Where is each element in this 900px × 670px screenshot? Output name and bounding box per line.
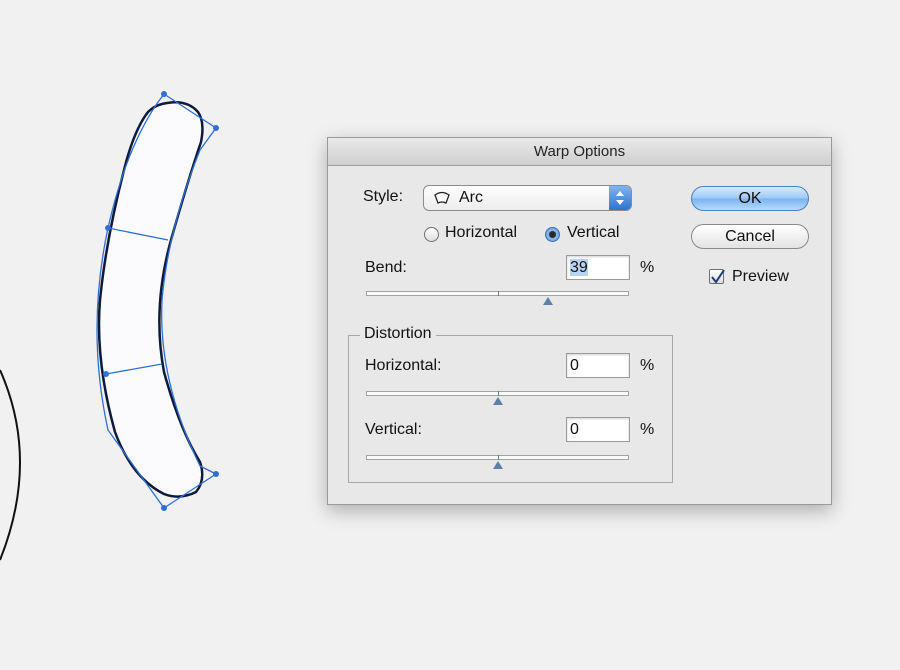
style-dropdown[interactable]: Arc [423, 185, 632, 211]
style-value: Arc [459, 189, 483, 206]
warp-options-dialog: Warp Options Style: Arc Horizontal Verti… [327, 137, 832, 505]
dialog-title: Warp Options [328, 138, 831, 166]
bend-input[interactable]: 39 [566, 255, 630, 280]
stepper-arrows-icon [609, 186, 631, 210]
style-label: Style: [363, 188, 404, 205]
distortion-vertical-value: 0 [570, 421, 579, 438]
checkmark-icon [711, 269, 725, 284]
distortion-title: Distortion [360, 325, 436, 343]
distortion-horizontal-unit: % [640, 357, 655, 374]
preview-checkbox[interactable] [709, 269, 725, 284]
warp-style-icon [434, 191, 450, 204]
distortion-horizontal-input[interactable]: 0 [566, 353, 630, 378]
radio-vertical-label: Vertical [567, 224, 620, 241]
cancel-button[interactable]: Cancel [691, 224, 809, 249]
circle-edge [0, 369, 21, 561]
bend-slider-thumb[interactable] [543, 297, 553, 305]
distortion-vertical-slider-thumb[interactable] [493, 461, 503, 469]
preview-label: Preview [732, 268, 789, 285]
radio-horizontal-label: Horizontal [445, 224, 518, 241]
ok-button[interactable]: OK [691, 186, 809, 211]
bend-slider-track[interactable] [366, 291, 629, 296]
distortion-vertical-input[interactable]: 0 [566, 417, 630, 442]
distortion-vertical-slider-track[interactable] [366, 455, 629, 460]
distortion-vertical-unit: % [640, 421, 655, 438]
radio-vertical[interactable] [545, 227, 560, 242]
distortion-vertical-label: Vertical: [365, 421, 422, 438]
bend-value: 39 [570, 259, 588, 276]
radio-horizontal[interactable] [424, 227, 439, 242]
bend-unit: % [640, 259, 655, 276]
distortion-horizontal-label: Horizontal: [365, 357, 442, 374]
distortion-horizontal-slider-track[interactable] [366, 391, 629, 396]
distortion-horizontal-value: 0 [570, 357, 579, 374]
bend-label: Bend: [365, 259, 407, 276]
distortion-horizontal-slider-thumb[interactable] [493, 397, 503, 405]
